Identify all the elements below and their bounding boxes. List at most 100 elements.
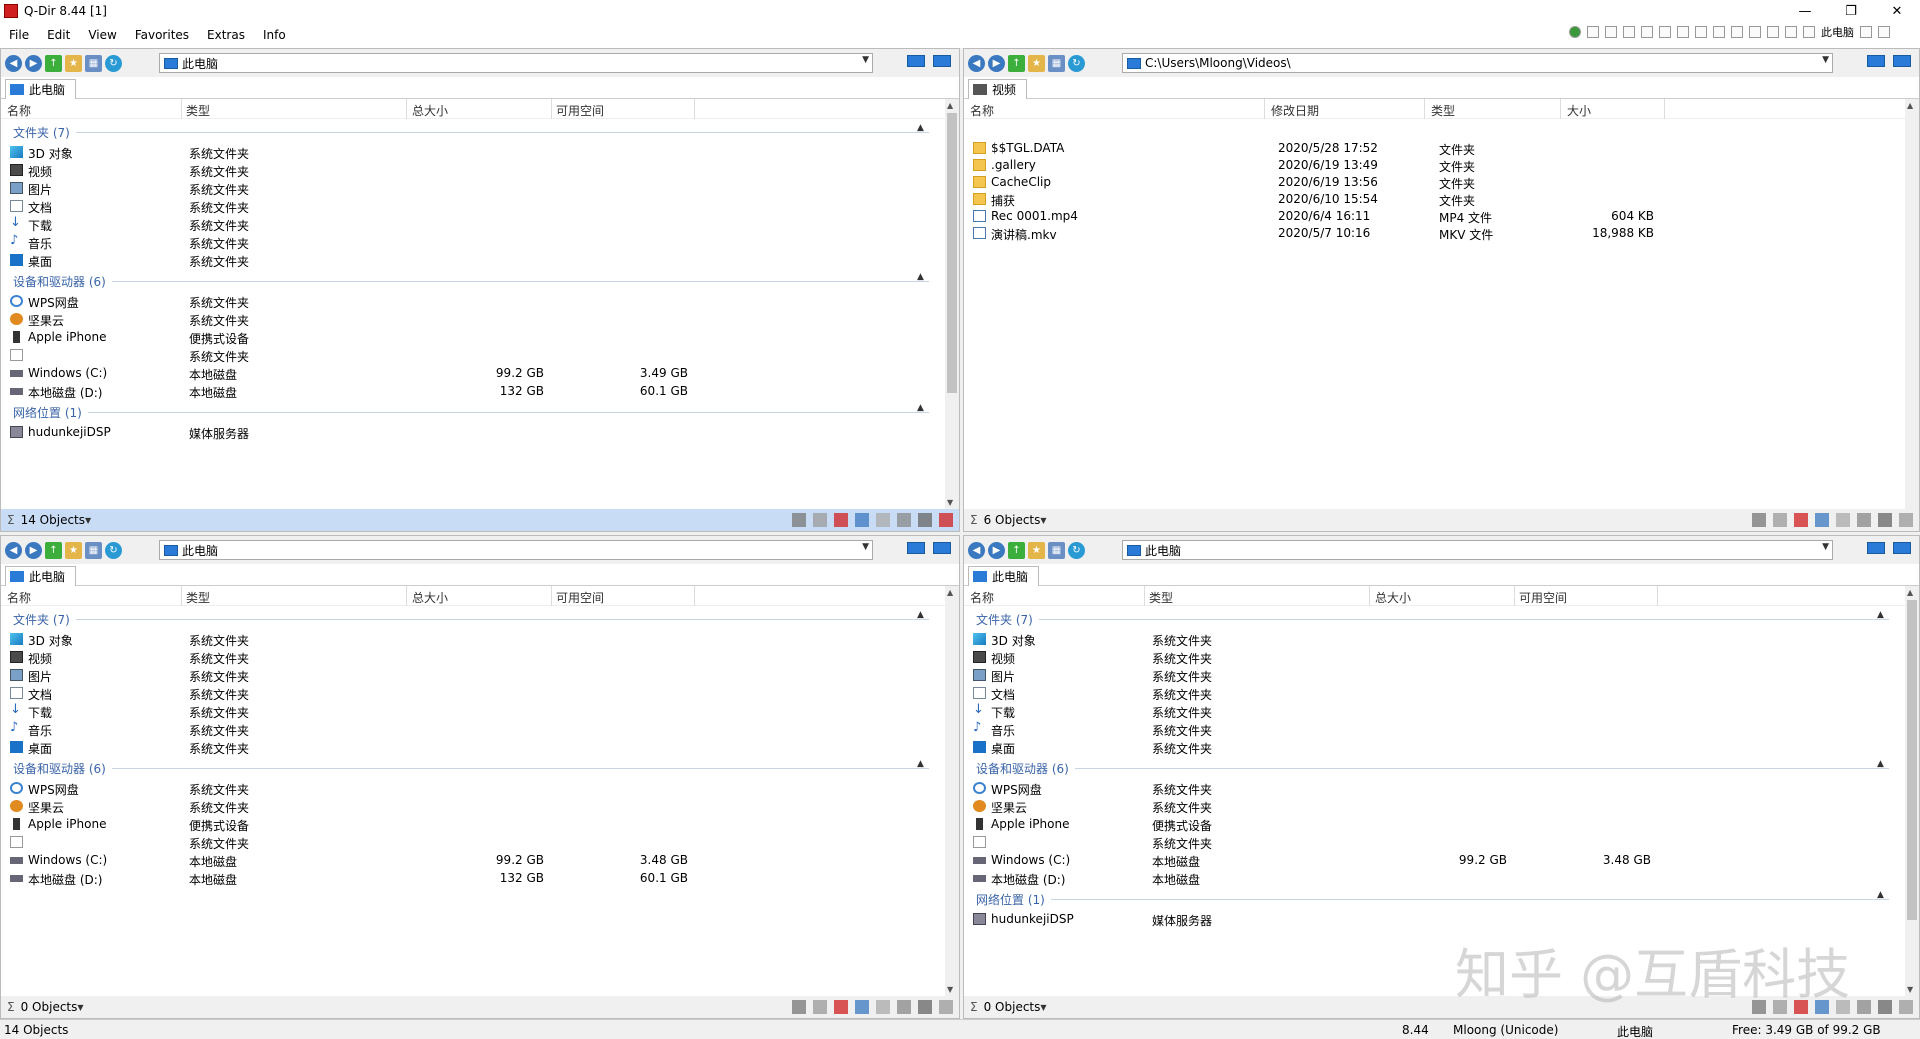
- forward-icon[interactable]: ▶: [988, 54, 1005, 72]
- address-text[interactable]: 此电脑: [182, 55, 218, 72]
- monitor-icon[interactable]: [1867, 55, 1885, 67]
- refresh-icon[interactable]: ↻: [105, 541, 122, 559]
- pane-object-count[interactable]: 0 Objects: [984, 1000, 1041, 1014]
- list-item[interactable]: 坚果云 系统文件夹: [1, 310, 945, 328]
- list-item[interactable]: 系统文件夹: [1, 346, 945, 364]
- list-item[interactable]: ♪ 音乐 系统文件夹: [964, 720, 1905, 738]
- list-item[interactable]: 3D 对象 系统文件夹: [964, 630, 1905, 648]
- scroll-thumb[interactable]: [947, 113, 957, 393]
- vertical-scrollbar[interactable]: ▲: [1905, 99, 1919, 509]
- address-text[interactable]: C:\Users\Mloong\Videos\: [1145, 56, 1291, 70]
- list-item[interactable]: ↓ 下载 系统文件夹: [1, 215, 945, 233]
- column-total[interactable]: 总大小: [412, 102, 448, 119]
- properties-icon[interactable]: [939, 513, 953, 527]
- back-icon[interactable]: ◀: [968, 541, 985, 559]
- column-separator[interactable]: [1144, 586, 1145, 606]
- column-total[interactable]: 总大小: [412, 589, 448, 606]
- properties-icon[interactable]: [939, 1000, 953, 1014]
- list-item[interactable]: 视频 系统文件夹: [964, 648, 1905, 666]
- file-row[interactable]: CacheClip 2020/6/19 13:56 文件夹: [964, 173, 1905, 191]
- address-dropdown-icon[interactable]: ▼: [1822, 55, 1829, 65]
- delete-icon[interactable]: [1794, 1000, 1808, 1014]
- list-item[interactable]: hudunkejiDSP 媒体服务器: [1, 423, 945, 441]
- properties-icon[interactable]: [1899, 513, 1913, 527]
- scroll-up-icon[interactable]: ▲: [947, 588, 953, 597]
- global-computer-label[interactable]: 此电脑: [1821, 24, 1854, 40]
- settings-icon[interactable]: [1860, 26, 1872, 38]
- monitor-alt-icon[interactable]: [1893, 542, 1911, 554]
- scroll-down-icon[interactable]: ▼: [947, 498, 953, 507]
- group-header[interactable]: 文件夹 (7) ▲: [13, 123, 935, 141]
- back-icon[interactable]: ◀: [5, 541, 22, 559]
- cut-icon[interactable]: [1815, 513, 1829, 527]
- view-mode-icon[interactable]: ▦: [85, 54, 102, 72]
- column-name[interactable]: 名称: [970, 589, 994, 606]
- vertical-scrollbar[interactable]: ▲ ▼: [945, 586, 959, 996]
- list-item[interactable]: 图片 系统文件夹: [1, 179, 945, 197]
- list-item[interactable]: Windows (C:) 本地磁盘 99.2 GB 3.49 GB: [1, 364, 945, 382]
- view-mode-icon[interactable]: ▦: [1048, 541, 1065, 559]
- mail-icon[interactable]: [813, 513, 827, 527]
- tab-3[interactable]: 此电脑: [5, 566, 77, 586]
- column-name[interactable]: 名称: [7, 589, 31, 606]
- list-item[interactable]: Windows (C:) 本地磁盘 99.2 GB 3.48 GB: [964, 851, 1905, 869]
- column-separator[interactable]: [1264, 99, 1265, 119]
- list-item[interactable]: 3D 对象 系统文件夹: [1, 143, 945, 161]
- mail-icon[interactable]: [813, 1000, 827, 1014]
- layout-1-icon[interactable]: [1587, 26, 1599, 38]
- column-size[interactable]: 大小: [1567, 102, 1591, 119]
- copy-icon[interactable]: [1836, 1000, 1850, 1014]
- up-folder-icon[interactable]: ↑: [1008, 541, 1025, 559]
- column-separator[interactable]: [551, 99, 552, 119]
- view-mode-icon[interactable]: ▦: [1048, 54, 1065, 72]
- list-item[interactable]: 桌面 系统文件夹: [1, 251, 945, 269]
- group-header[interactable]: 设备和驱动器 (6) ▲: [976, 759, 1895, 777]
- list-item[interactable]: hudunkejiDSP 媒体服务器: [964, 910, 1905, 928]
- cut-icon[interactable]: [855, 1000, 869, 1014]
- file-row[interactable]: 捕获 2020/6/10 15:54 文件夹: [964, 190, 1905, 208]
- scroll-up-icon[interactable]: ▲: [947, 101, 953, 110]
- cut-icon[interactable]: [1815, 1000, 1829, 1014]
- copy-icon[interactable]: [876, 513, 890, 527]
- tools-icon[interactable]: [1878, 26, 1890, 38]
- delete-icon[interactable]: [834, 513, 848, 527]
- address-bar[interactable]: 此电脑 ▼: [1122, 540, 1833, 560]
- tab-4[interactable]: 此电脑: [968, 566, 1040, 586]
- address-dropdown-icon[interactable]: ▼: [862, 542, 869, 552]
- column-separator[interactable]: [1369, 586, 1370, 606]
- column-type[interactable]: 类型: [1149, 589, 1173, 606]
- address-bar[interactable]: C:\Users\Mloong\Videos\ ▼: [1122, 53, 1833, 73]
- column-modified[interactable]: 修改日期: [1271, 102, 1319, 119]
- layout-4-icon[interactable]: [1641, 26, 1653, 38]
- list-item[interactable]: WPS网盘 系统文件夹: [1, 779, 945, 797]
- pane-object-count[interactable]: 0 Objects: [21, 1000, 78, 1014]
- object-count-dropdown-icon[interactable]: ▼: [1040, 516, 1046, 525]
- list-item[interactable]: 文档 系统文件夹: [1, 197, 945, 215]
- properties-icon[interactable]: [1899, 1000, 1913, 1014]
- column-separator[interactable]: [406, 99, 407, 119]
- column-separator[interactable]: [694, 99, 695, 119]
- list-item[interactable]: 桌面 系统文件夹: [964, 738, 1905, 756]
- list-item[interactable]: 3D 对象 系统文件夹: [1, 630, 945, 648]
- menu-extras[interactable]: Extras: [198, 28, 254, 42]
- scroll-thumb[interactable]: [1907, 600, 1917, 920]
- globe-icon[interactable]: [1569, 26, 1581, 38]
- address-dropdown-icon[interactable]: ▼: [1822, 542, 1829, 552]
- list-item[interactable]: ↓ 下载 系统文件夹: [964, 702, 1905, 720]
- collapse-icon[interactable]: ▲: [1877, 610, 1884, 620]
- refresh-icon[interactable]: ↻: [105, 54, 122, 72]
- back-icon[interactable]: ◀: [968, 54, 985, 72]
- group-header[interactable]: 网络位置 (1) ▲: [976, 890, 1895, 908]
- column-separator[interactable]: [1560, 99, 1561, 119]
- favorites-icon[interactable]: ★: [1028, 541, 1045, 559]
- file-row[interactable]: .gallery 2020/6/19 13:49 文件夹: [964, 156, 1905, 174]
- collapse-icon[interactable]: ▲: [917, 403, 924, 413]
- column-separator[interactable]: [551, 586, 552, 606]
- collapse-icon[interactable]: ▲: [917, 272, 924, 282]
- scroll-up-icon[interactable]: ▲: [1907, 588, 1913, 597]
- paste-icon[interactable]: [1857, 513, 1871, 527]
- favorites-icon[interactable]: ★: [1028, 54, 1045, 72]
- restore-button[interactable]: ❐: [1828, 0, 1874, 22]
- layout-3-icon[interactable]: [1623, 26, 1635, 38]
- mail-icon[interactable]: [1773, 513, 1787, 527]
